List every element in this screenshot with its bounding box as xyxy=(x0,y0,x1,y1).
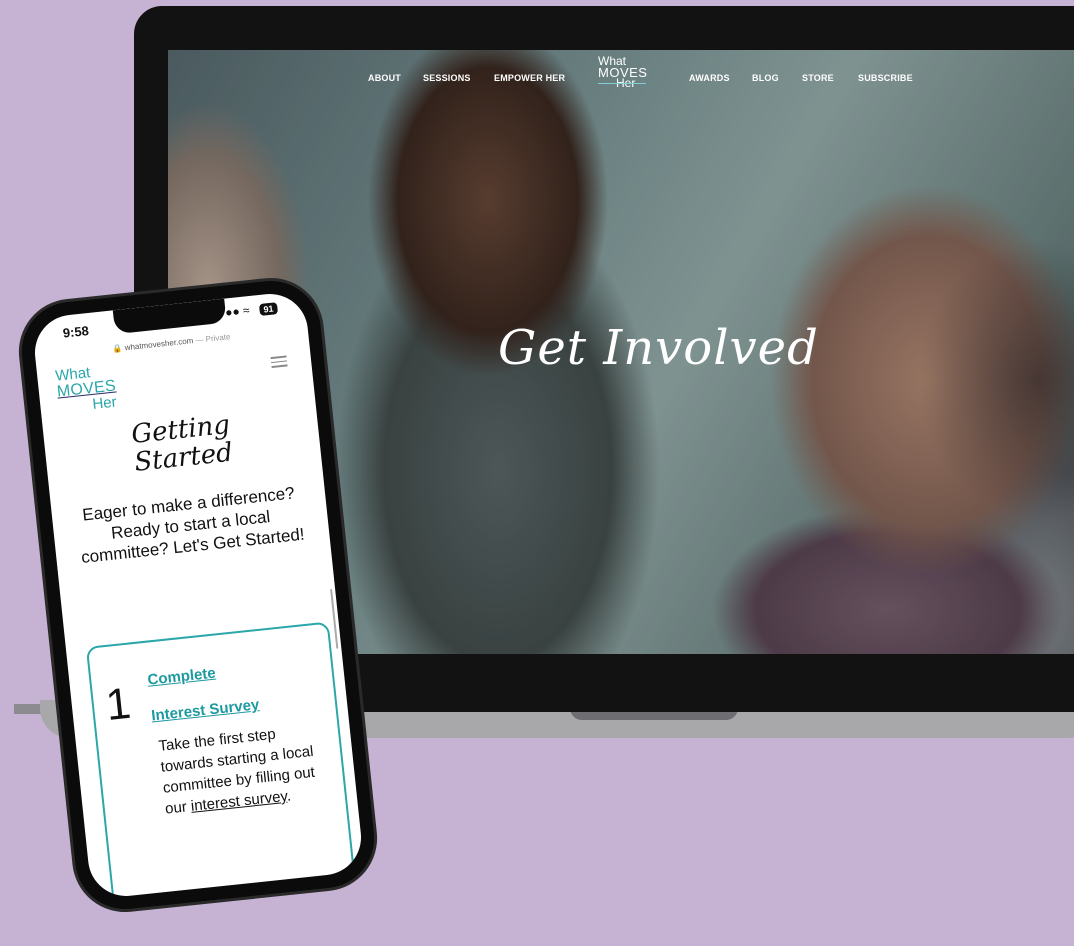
site-nav: ABOUT SESSIONS EMPOWER HER What MOVES He… xyxy=(168,50,1074,110)
phone-screen: 9:58 ●● ≈ 91 🔒 whatmovesher.com — Privat… xyxy=(31,290,365,900)
logo-arrow-icon xyxy=(598,83,646,84)
wifi-icon: ●● ≈ xyxy=(224,303,251,320)
nav-subscribe[interactable]: SUBSCRIBE xyxy=(858,73,913,83)
scrollbar[interactable] xyxy=(330,588,339,649)
nav-sessions[interactable]: SESSIONS xyxy=(423,73,471,83)
hamburger-menu-icon[interactable] xyxy=(270,352,288,370)
nav-about[interactable]: ABOUT xyxy=(368,73,401,83)
status-time: 9:58 xyxy=(62,323,90,341)
nav-awards[interactable]: AWARDS xyxy=(689,73,730,83)
battery-icon: 91 xyxy=(258,302,279,316)
step-desc-end: . xyxy=(285,787,292,805)
phone-notch xyxy=(112,298,227,335)
hero-title: Get Involved xyxy=(498,320,819,376)
private-label: — Private xyxy=(195,332,231,345)
step-card: 1 Complete Interest Survey Take the firs… xyxy=(85,621,359,900)
nav-empower-her[interactable]: EMPOWER HER xyxy=(494,73,565,83)
getting-started-heading: Getting Started xyxy=(43,402,321,486)
intro-text: Eager to make a difference? Ready to sta… xyxy=(80,483,306,567)
nav-store[interactable]: STORE xyxy=(802,73,834,83)
nav-blog[interactable]: BLOG xyxy=(752,73,779,83)
lock-icon: 🔒 xyxy=(112,343,123,354)
phone-frame: 9:58 ●● ≈ 91 🔒 whatmovesher.com — Privat… xyxy=(16,275,380,915)
site-logo[interactable]: What MOVES Her xyxy=(598,55,648,89)
step-number: 1 xyxy=(103,678,133,731)
mobile-site-logo[interactable]: What MOVES Her xyxy=(54,363,119,417)
url-text: whatmovesher.com xyxy=(124,336,194,353)
step-description: Take the first step towards starting a l… xyxy=(158,718,336,819)
complete-interest-survey-link[interactable]: Complete Interest Survey xyxy=(146,651,261,734)
